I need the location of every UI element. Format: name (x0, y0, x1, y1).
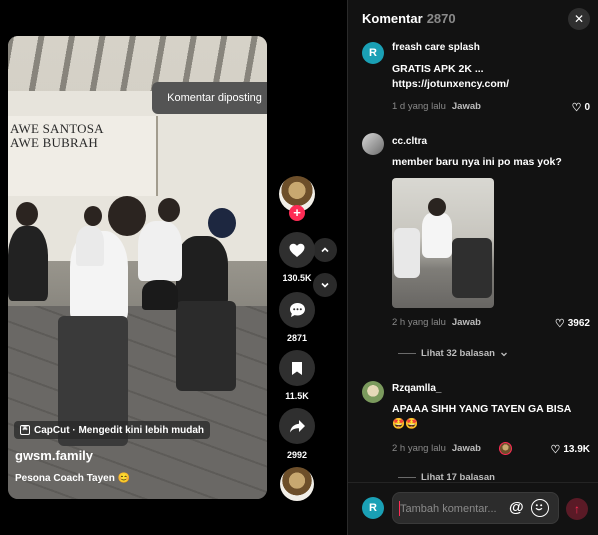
divider-line (398, 353, 416, 354)
bookmark-icon (292, 361, 302, 375)
reply-button[interactable]: Jawab (452, 317, 481, 328)
comment-text: GRATIS APK 2K ... https://jotunxency.com… (392, 63, 510, 90)
view-replies-button[interactable]: Lihat 32 balasan (398, 348, 508, 359)
share-button[interactable] (279, 408, 315, 444)
creator-liked-avatar (499, 442, 512, 455)
comment-meta: 2 h yang lalu Jawab (392, 443, 481, 454)
video-stage: AWE SANTOSA AWE BUBRAH Komentar dipostin… (0, 0, 347, 535)
save-button[interactable] (279, 350, 315, 386)
comment-meta: 1 d yang lalu Jawab (392, 101, 481, 112)
heart-outline-icon: ♡ (550, 444, 561, 456)
chevron-up-icon (321, 247, 329, 253)
video-author[interactable]: gwsm.family (15, 448, 93, 463)
mention-button[interactable]: @ (509, 499, 524, 516)
previous-video-button[interactable] (313, 238, 337, 262)
commenter-avatar[interactable] (362, 381, 384, 403)
avatar-initial: R (369, 502, 377, 514)
dancer-figure (142, 280, 178, 310)
commenter-name[interactable]: Rzqamlla_ (392, 383, 441, 394)
dancer-head (108, 196, 146, 236)
comment-input-box[interactable]: @ (392, 492, 559, 524)
dancer-figure (76, 226, 104, 266)
avatar-initial: R (369, 47, 377, 59)
comment-image[interactable] (392, 178, 494, 308)
capcut-label: CapCut · Mengedit kini lebih mudah (34, 424, 204, 436)
comments-title: Komentar (362, 11, 423, 26)
comment-text: APAAA SIHH YANG TAYEN GA BISA 🤩🤩 (392, 403, 571, 430)
comment-text: member baru nya ini po mas yok? (392, 156, 562, 168)
comment-time: 1 d yang lalu (392, 101, 446, 112)
comments-panel: Komentar 2870 ✕ R freash care splash GRAT… (347, 0, 598, 535)
commenter-name[interactable]: freash care splash (392, 42, 480, 53)
dancer-head (16, 202, 38, 226)
heart-icon (289, 243, 305, 257)
reply-button[interactable]: Jawab (452, 101, 481, 112)
comment-time: 2 h yang lalu (392, 443, 446, 454)
like-button[interactable] (279, 232, 315, 268)
image-figure (452, 238, 492, 298)
comment-meta: 2 h yang lalu Jawab (392, 317, 481, 328)
reply-button[interactable]: Jawab (452, 443, 481, 454)
comments-count: 2870 (426, 11, 456, 26)
my-avatar[interactable]: R (362, 497, 384, 519)
like-count: 130.5K (282, 273, 312, 283)
chevron-down-icon (500, 352, 507, 356)
sound-avatar[interactable] (280, 467, 314, 501)
send-comment-button[interactable]: ↑ (566, 498, 588, 520)
share-arrow-icon (289, 419, 305, 432)
dancer-head (84, 206, 102, 226)
capcut-icon: ⌘ (20, 425, 30, 435)
commenter-avatar[interactable]: R (362, 42, 384, 64)
dancer-figure (8, 226, 48, 301)
comment-button[interactable] (279, 292, 315, 328)
view-replies-label: Lihat 32 balasan (421, 348, 495, 359)
close-icon: ✕ (573, 12, 585, 26)
video-player[interactable]: AWE SANTOSA AWE BUBRAH Komentar dipostin… (8, 36, 267, 499)
comment-bubble-icon (289, 303, 305, 317)
comment-posted-toast: Komentar diposting (152, 82, 267, 114)
video-sign-text: AWE SANTOSA AWE BUBRAH (10, 121, 104, 150)
close-comments-button[interactable]: ✕ (568, 8, 590, 30)
commenter-avatar[interactable] (362, 133, 384, 155)
capcut-badge[interactable]: ⌘ CapCut · Mengedit kini lebih mudah (14, 421, 210, 439)
video-caption: Pesona Coach Tayen 😊 (15, 473, 131, 484)
share-count: 2992 (286, 450, 308, 460)
image-figure (428, 198, 446, 216)
dancer-figure (176, 236, 228, 306)
image-figure (422, 213, 452, 258)
comment-like-button[interactable]: ♡ 13.9K (550, 443, 590, 456)
save-count: 11.5K (285, 391, 309, 401)
smile-icon (535, 504, 543, 511)
comment-like-button[interactable]: ♡ 0 (572, 101, 590, 114)
heart-outline-icon: ♡ (571, 102, 582, 114)
follow-button[interactable]: + (289, 205, 305, 221)
comment-count: 2871 (286, 333, 308, 343)
divider-line (398, 477, 416, 478)
image-figure (394, 228, 420, 278)
comment-like-button[interactable]: ♡ 3962 (555, 317, 590, 330)
comment-like-count: 0 (584, 102, 590, 113)
dancer-head (208, 208, 236, 238)
comment-input[interactable] (400, 500, 508, 518)
comment-time: 2 h yang lalu (392, 317, 446, 328)
arrow-up-icon: ↑ (574, 502, 580, 516)
comment-like-count: 13.9K (563, 444, 590, 455)
dancer-head (158, 198, 180, 222)
comment-like-count: 3962 (567, 318, 590, 329)
heart-outline-icon: ♡ (554, 318, 565, 330)
dancer-figure (138, 221, 182, 281)
comments-header: Komentar 2870 (362, 11, 456, 26)
toast-text: Komentar diposting (167, 92, 262, 104)
dancer-figure (176, 301, 236, 391)
emoji-icon[interactable] (531, 499, 549, 517)
commenter-name[interactable]: cc.cltra (392, 136, 427, 147)
